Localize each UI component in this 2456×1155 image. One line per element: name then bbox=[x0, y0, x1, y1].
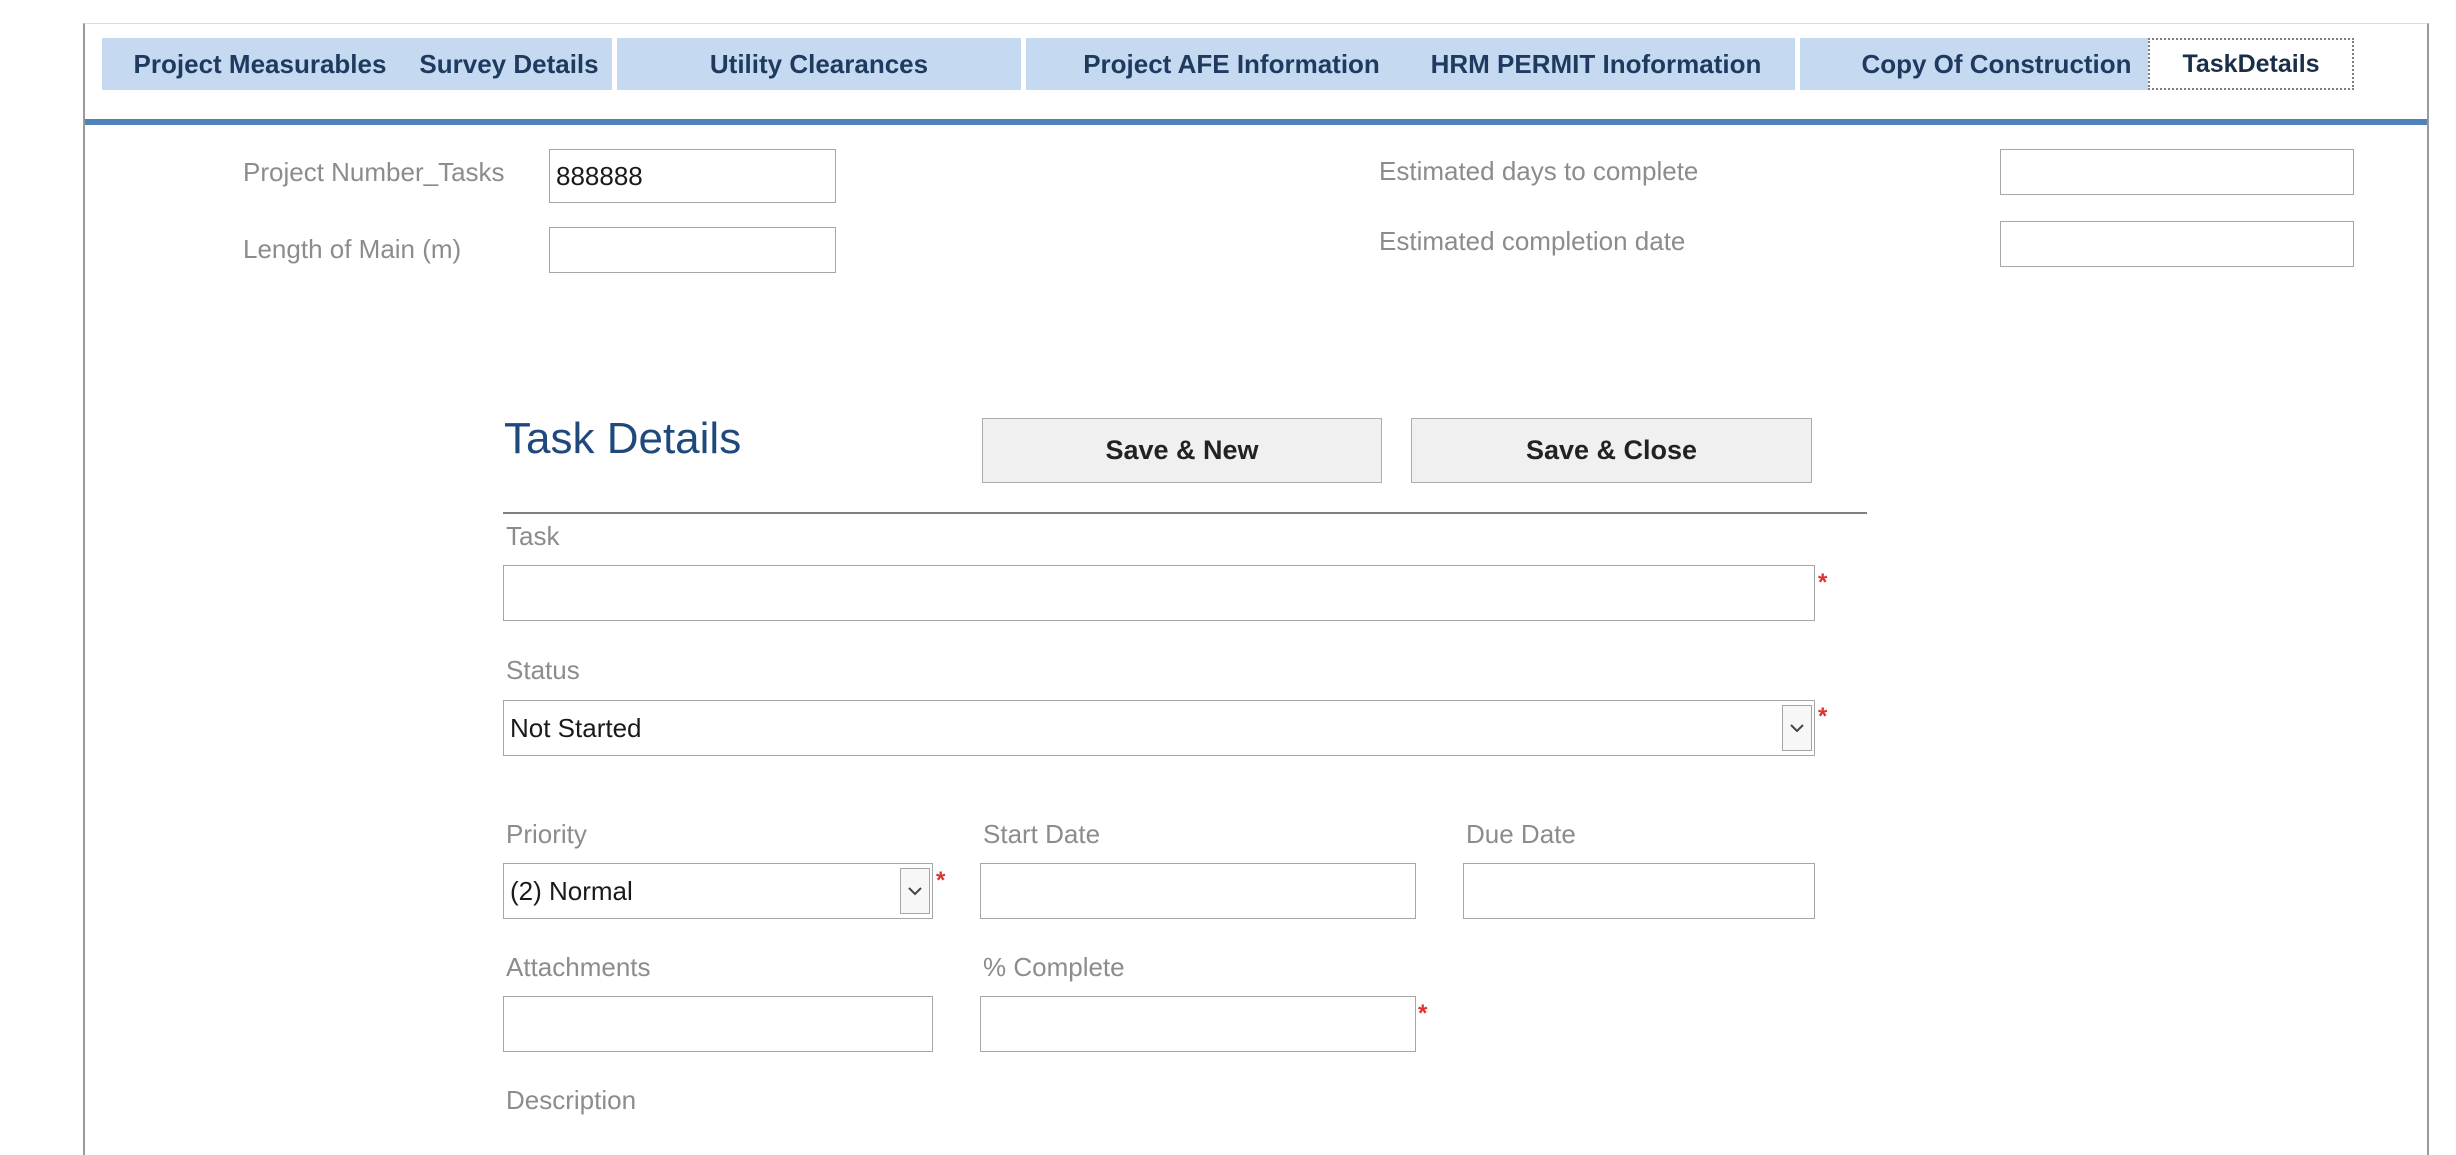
project-number-label: Project Number_Tasks bbox=[243, 157, 505, 187]
tab-divider bbox=[85, 119, 2427, 125]
due-date-field[interactable] bbox=[1463, 863, 1815, 919]
priority-label: Priority bbox=[506, 819, 587, 849]
task-label: Task bbox=[506, 521, 560, 551]
project-number-field[interactable]: 888888 bbox=[549, 149, 836, 203]
tab-task-details[interactable]: TaskDetails bbox=[2148, 38, 2354, 90]
attachments-field[interactable] bbox=[503, 996, 933, 1052]
task-details-title: Task Details bbox=[504, 414, 742, 463]
estimated-completion-field[interactable] bbox=[2000, 221, 2354, 267]
description-label: Description bbox=[506, 1085, 637, 1115]
form-window: Project Measurables Survey Details Utili… bbox=[83, 23, 2429, 1155]
estimated-days-field[interactable] bbox=[2000, 149, 2354, 195]
status-combo[interactable]: Not Started bbox=[503, 700, 1815, 756]
tab-project-measurables[interactable]: Project Measurables bbox=[102, 38, 418, 90]
estimated-days-label: Estimated days to complete bbox=[1379, 156, 1699, 186]
save-and-close-button[interactable]: Save & Close bbox=[1411, 418, 1812, 483]
tab-copy-of-construction[interactable]: Copy Of Construction bbox=[1800, 38, 2193, 90]
tab-survey-details[interactable]: Survey Details bbox=[406, 38, 612, 90]
due-date-label: Due Date bbox=[1466, 819, 1576, 849]
priority-value: (2) Normal bbox=[510, 875, 633, 906]
tab-strip: Project Measurables Survey Details Utili… bbox=[85, 38, 2427, 94]
start-date-field[interactable] bbox=[980, 863, 1416, 919]
percent-complete-field[interactable] bbox=[980, 996, 1416, 1052]
length-of-main-field[interactable] bbox=[549, 227, 836, 273]
status-value: Not Started bbox=[510, 712, 642, 743]
estimated-completion-label: Estimated completion date bbox=[1379, 226, 1686, 256]
chevron-down-icon bbox=[908, 887, 922, 896]
save-and-new-button[interactable]: Save & New bbox=[982, 418, 1382, 483]
task-required-marker: * bbox=[1818, 569, 1828, 596]
start-date-label: Start Date bbox=[983, 819, 1101, 849]
section-divider bbox=[503, 512, 1867, 514]
percent-complete-required-marker: * bbox=[1418, 1000, 1428, 1027]
attachments-label: Attachments bbox=[506, 952, 651, 982]
tab-hrm-permit-information[interactable]: HRM PERMIT Inoformation bbox=[1397, 38, 1795, 90]
status-required-marker: * bbox=[1818, 703, 1828, 730]
percent-complete-label: % Complete bbox=[983, 952, 1125, 982]
status-dropdown-button[interactable] bbox=[1782, 705, 1812, 751]
priority-dropdown-button[interactable] bbox=[900, 868, 930, 914]
chevron-down-icon bbox=[1790, 724, 1804, 733]
length-of-main-label: Length of Main (m) bbox=[243, 234, 462, 264]
status-label: Status bbox=[506, 655, 580, 685]
task-field[interactable] bbox=[503, 565, 1815, 621]
tab-utility-clearances[interactable]: Utility Clearances bbox=[617, 38, 1021, 90]
priority-combo[interactable]: (2) Normal bbox=[503, 863, 933, 919]
priority-required-marker: * bbox=[936, 867, 946, 894]
tab-project-afe-information[interactable]: Project AFE Information bbox=[1026, 38, 1437, 90]
